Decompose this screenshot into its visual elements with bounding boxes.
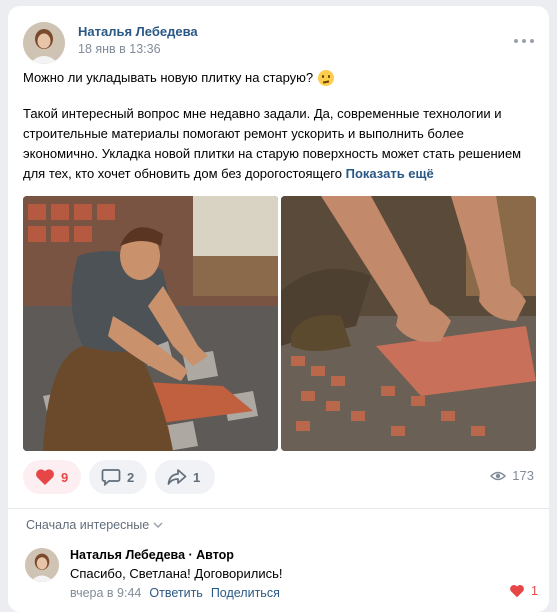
more-horizontal-icon[interactable] [514, 34, 534, 48]
photo-tiler-kneeling [23, 196, 278, 451]
eye-icon [490, 471, 507, 480]
post-text: Можно ли укладывать новую плитку на стар… [23, 68, 538, 184]
heart-icon [36, 469, 54, 485]
post-body-text: Такой интересный вопрос мне недавно зада… [23, 106, 522, 181]
post-card: Наталья Лебедева 18 янв в 13:36 Можно ли… [8, 6, 549, 612]
share-icon [167, 469, 187, 485]
thinking-face-icon [318, 70, 335, 86]
share-button[interactable]: 1 [155, 460, 215, 494]
comments-sort-dropdown[interactable]: Сначала интересные [26, 518, 163, 532]
comment-author-line: Наталья Лебедева · Автор [70, 548, 234, 562]
photo-hands-tiles [281, 196, 536, 451]
comment-button[interactable]: 2 [89, 460, 147, 494]
photo-1[interactable] [23, 196, 278, 451]
sort-label: Сначала интересные [26, 518, 150, 532]
post-header: Наталья Лебедева 18 янв в 13:36 [23, 20, 538, 66]
share-comment-link[interactable]: Поделиться [211, 586, 280, 600]
comment-item: Наталья Лебедева · Автор Спасибо, Светла… [23, 546, 538, 606]
avatar-image [23, 22, 65, 64]
show-more-link[interactable]: Показать ещё [346, 166, 434, 181]
post-question-line: Можно ли укладывать новую плитку на стар… [23, 68, 538, 88]
like-count: 9 [61, 469, 69, 485]
photo-grid [23, 196, 536, 451]
comment-text: Спасибо, Светлана! Договорились! [70, 566, 283, 581]
comment-like-count: 1 [531, 584, 538, 598]
post-body: Такой интересный вопрос мне недавно зада… [23, 104, 538, 184]
author-role-badge: · Автор [185, 548, 234, 562]
like-button[interactable]: 9 [23, 460, 81, 494]
reply-link[interactable]: Ответить [149, 586, 202, 600]
heart-icon [510, 585, 524, 598]
comment-icon [101, 469, 121, 486]
comment-like-button[interactable]: 1 [509, 584, 538, 598]
avatar-image [25, 548, 59, 582]
comment-author-avatar[interactable] [25, 548, 59, 582]
divider [8, 508, 549, 509]
post-actions: 9 2 1 173 [23, 460, 538, 494]
comment-author-name[interactable]: Наталья Лебедева [70, 548, 185, 562]
post-question: Можно ли укладывать новую плитку на стар… [23, 70, 314, 85]
post-date[interactable]: 18 янв в 13:36 [78, 42, 161, 56]
views-counter: 173 [490, 468, 534, 483]
author-avatar[interactable] [23, 22, 65, 64]
photo-2[interactable] [281, 196, 536, 451]
views-count: 173 [512, 468, 534, 483]
share-count: 1 [193, 469, 201, 485]
comment-meta: вчера в 9:44 Ответить Поделиться [70, 586, 280, 600]
author-name[interactable]: Наталья Лебедева [78, 24, 198, 39]
comment-count: 2 [127, 469, 135, 485]
comment-time[interactable]: вчера в 9:44 [70, 586, 141, 600]
chevron-down-icon [153, 522, 163, 528]
